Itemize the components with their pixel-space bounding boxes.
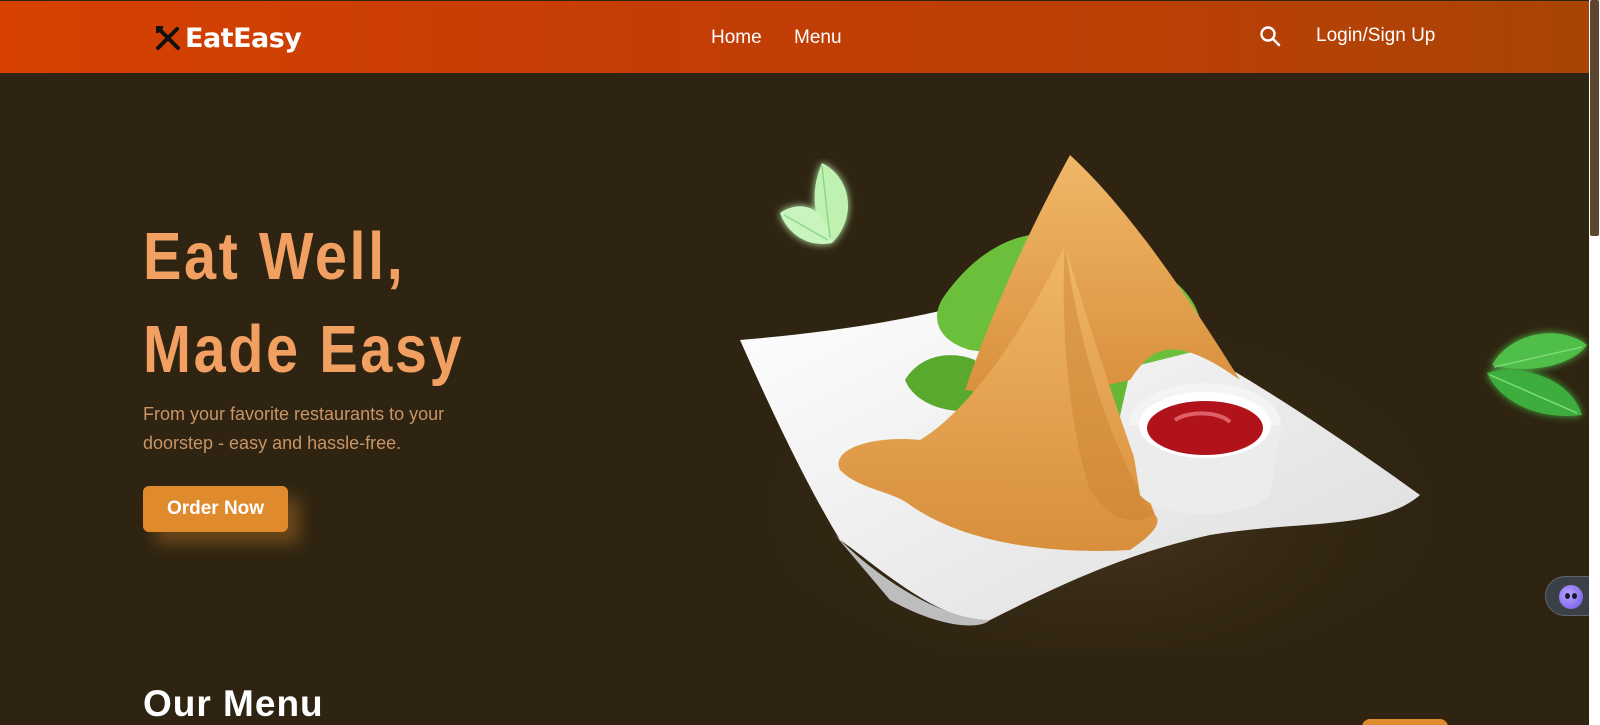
hero-subtitle: From your favorite restaurants to your d… — [143, 404, 445, 453]
brand-name: EatEasy — [185, 22, 302, 54]
assistant-widget-button[interactable] — [1545, 576, 1589, 616]
menu-section-title: Our Menu — [143, 683, 324, 724]
nav-home-link[interactable]: Home — [711, 27, 762, 49]
brand-logo[interactable]: EatEasy — [153, 21, 302, 55]
login-signup-link[interactable]: Login/Sign Up — [1316, 25, 1435, 47]
assistant-face-icon — [1559, 585, 1583, 609]
hero-title: Eat Well, Made Easy — [143, 210, 464, 396]
nav-menu-link[interactable]: Menu — [794, 27, 842, 49]
page-scrollbar[interactable] — [1589, 0, 1600, 725]
top-navbar: EatEasy Home Menu Login/Sign Up — [0, 1, 1589, 73]
order-now-button[interactable]: Order Now — [143, 486, 288, 532]
hero-title-line1: Eat Well, — [143, 219, 406, 294]
scrollbar-thumb[interactable] — [1590, 0, 1599, 236]
menu-section-button[interactable] — [1362, 719, 1448, 725]
search-icon[interactable] — [1258, 24, 1282, 48]
hero-title-line2: Made Easy — [143, 312, 465, 387]
samosa-plate-image — [740, 155, 1460, 650]
fork-knife-icon — [156, 26, 180, 50]
mint-leaf-image — [1487, 333, 1587, 416]
page-viewport: EatEasy Home Menu Login/Sign Up Eat Well… — [0, 0, 1589, 725]
